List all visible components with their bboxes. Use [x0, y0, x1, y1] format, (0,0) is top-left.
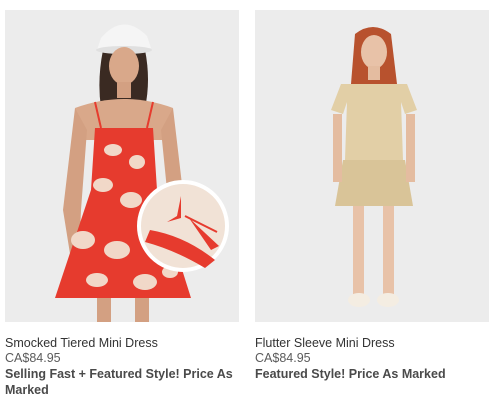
product-name[interactable]: Smocked Tiered Mini Dress — [5, 336, 239, 351]
product-name[interactable]: Flutter Sleeve Mini Dress — [255, 336, 489, 351]
product-image-link[interactable] — [255, 10, 489, 322]
product-price: CA$84.95 — [255, 351, 311, 365]
product-badge: Selling Fast + Featured Style! Price As … — [5, 367, 233, 397]
product-badge: Featured Style! Price As Marked — [255, 367, 446, 381]
product-image-link[interactable] — [5, 10, 239, 322]
product-grid: Smocked Tiered Mini Dress CA$84.95 Selli… — [0, 0, 493, 411]
product-card[interactable]: Smocked Tiered Mini Dress CA$84.95 Selli… — [5, 10, 239, 398]
product-card[interactable]: Flutter Sleeve Mini Dress CA$84.95 Featu… — [255, 10, 489, 382]
beige-dress-photo — [255, 10, 489, 322]
red-floral-dress-photo — [5, 10, 239, 322]
product-price: CA$84.95 — [5, 351, 61, 365]
